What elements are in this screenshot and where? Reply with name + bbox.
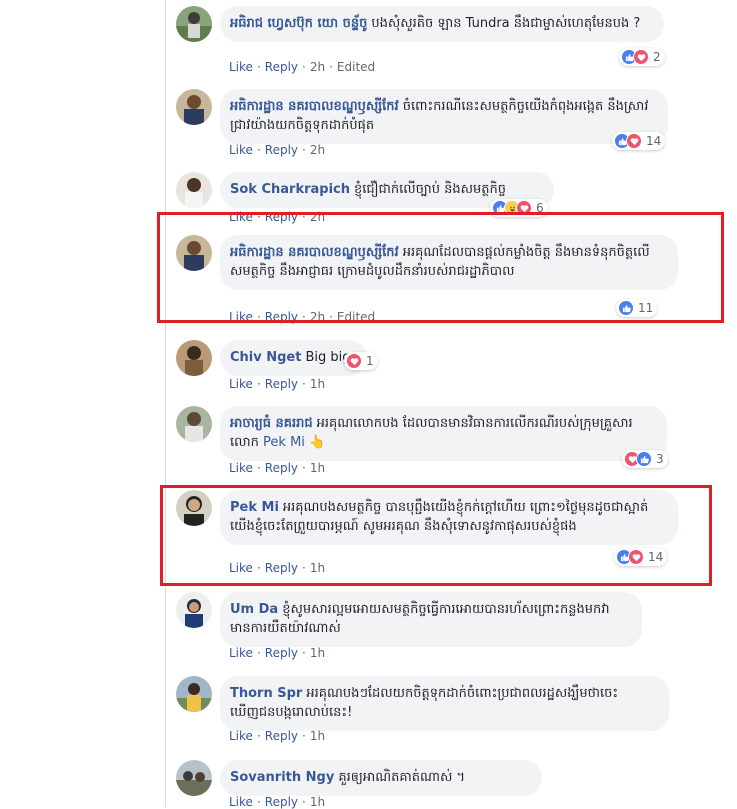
avatar[interactable] — [176, 172, 212, 208]
timestamp[interactable]: 1h — [310, 377, 325, 391]
reaction-summary[interactable]: 1 — [344, 352, 378, 370]
timestamp[interactable]: 2h — [310, 143, 325, 157]
timestamp[interactable]: 2h — [310, 60, 325, 74]
reaction-summary[interactable]: 2 — [619, 48, 665, 66]
avatar[interactable] — [176, 6, 212, 42]
comment-actions: Like · Reply · 2h · Edited — [229, 60, 376, 74]
like-link[interactable]: Like — [229, 646, 253, 660]
avatar[interactable] — [176, 676, 212, 712]
tagged-user-link[interactable]: Pek Mi — [263, 435, 305, 450]
avatar[interactable] — [176, 760, 212, 796]
avatar[interactable] — [176, 406, 212, 442]
reply-link[interactable]: Reply — [265, 60, 298, 74]
comment-bubble: Sovanrith Ngy គួរឲ្យអាណិតគាត់ណាស់ ។ — [220, 760, 542, 796]
highlight-box — [157, 212, 724, 323]
like-link[interactable]: Like — [229, 461, 253, 475]
like-link[interactable]: Like — [229, 377, 253, 391]
edited-label[interactable]: Edited — [337, 60, 375, 74]
timestamp[interactable]: 1h — [310, 646, 325, 660]
comment-actions: Like · Reply · 1h — [229, 377, 326, 391]
reaction-count: 14 — [646, 134, 662, 148]
avatar[interactable] — [176, 89, 212, 125]
avatar[interactable] — [176, 340, 212, 376]
commenter-name[interactable]: Um Da — [230, 602, 278, 617]
avatar[interactable] — [176, 592, 212, 628]
reaction-summary[interactable]: 14 — [612, 132, 666, 150]
timestamp[interactable]: 1h — [310, 461, 325, 475]
love-reaction-icon — [346, 353, 362, 369]
comment-bubble: Um Da ខ្ញុំសូមសារល្អមអោយសមត្ថកិច្ចធ្វើការ… — [220, 592, 642, 647]
love-reaction-icon — [626, 133, 642, 149]
like-reaction-icon — [636, 451, 652, 467]
comment-text: បងសុំសួរតិច ឡាន Tundra នឹងជាម្ចាស់ហេតុមែ… — [371, 16, 641, 31]
comment-bubble: Thorn Spr អរគុណបងៗដែលយកចិត្តទុកដាក់ចំពោះប… — [220, 676, 669, 731]
comment-text: ខ្ញុំជឿជាក់លើច្បាប់ និងសមត្ថកិច្ច — [354, 182, 506, 197]
like-link[interactable]: Like — [229, 60, 253, 74]
comment-text: គួរឲ្យអាណិតគាត់ណាស់ ។ — [338, 770, 466, 785]
comment-bubble: អាចារ្យធំ នគររាជ អរគុណលោកបង ដែលបានមានវិធា… — [220, 406, 667, 461]
reaction-count: 1 — [366, 354, 374, 368]
comment-actions: Like · Reply · 1h — [229, 646, 326, 660]
comment-bubble: អធិការដ្ឋាន នគរបាលខណ្ឌឫស្សីកែវ ចំពោះករណីន… — [220, 89, 668, 144]
reply-link[interactable]: Reply — [265, 729, 298, 743]
thread-indent-line — [165, 0, 166, 807]
highlight-box — [160, 485, 712, 586]
love-reaction-icon — [633, 49, 649, 65]
timestamp[interactable]: 1h — [310, 729, 325, 743]
comment-bubble: អធិរាជ ហ្វេសប៊ុក យោ ចន្ទ័ចូ បងសុំសួរតិច ឡ… — [220, 6, 664, 42]
commenter-name[interactable]: អាចារ្យធំ នគររាជ — [230, 416, 313, 431]
comment-actions: Like · Reply · 1h — [229, 461, 326, 475]
commenter-name[interactable]: អធិការដ្ឋាន នគរបាលខណ្ឌឫស្សីកែវ — [230, 99, 399, 114]
like-link[interactable]: Like — [229, 143, 253, 157]
commenter-name[interactable]: Chiv Nget — [230, 350, 301, 365]
commenter-name[interactable]: អធិរាជ ហ្វេសប៊ុក យោ ចន្ទ័ចូ — [230, 16, 367, 31]
reply-link[interactable]: Reply — [265, 143, 298, 157]
commenter-name[interactable]: Sok Charkrapich — [230, 182, 350, 197]
comment-actions: Like · Reply · 2h — [229, 143, 326, 157]
commenter-name[interactable]: Thorn Spr — [230, 686, 302, 701]
like-link[interactable]: Like — [229, 729, 253, 743]
reaction-count: 3 — [656, 452, 664, 466]
reaction-count: 2 — [653, 50, 661, 64]
reply-link[interactable]: Reply — [265, 377, 298, 391]
reply-link[interactable]: Reply — [265, 461, 298, 475]
reaction-summary[interactable]: 3 — [622, 450, 668, 468]
comment-actions: Like · Reply · 1h — [229, 729, 326, 743]
comment-text: ខ្ញុំសូមសារល្អមអោយសមត្ថកិច្ចធ្វើការអោយបា… — [230, 602, 610, 636]
commenter-name[interactable]: Sovanrith Ngy — [230, 770, 334, 785]
reply-link[interactable]: Reply — [265, 646, 298, 660]
pointing-up-icon: 👆 — [309, 435, 326, 450]
